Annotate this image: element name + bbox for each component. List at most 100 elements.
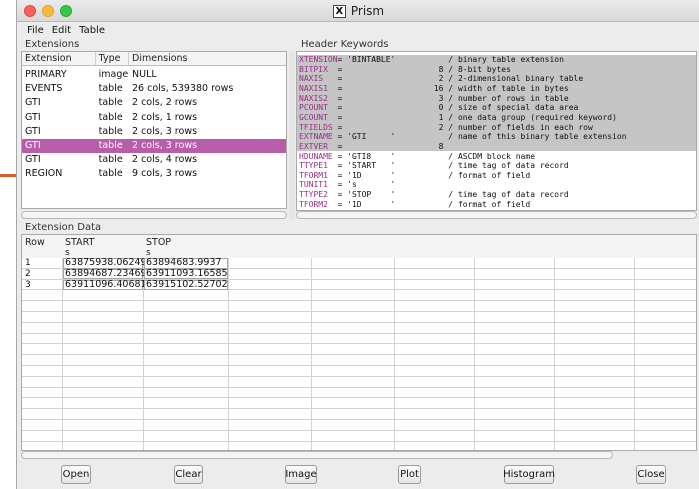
header-keyword-line[interactable]: TFORM1 = '1D ' / format of field: [297, 171, 696, 181]
data-cell-stop[interactable]: 63894683.9937: [144, 257, 228, 269]
grid-row: [22, 377, 696, 388]
title-wrap: X Prism: [17, 0, 699, 22]
histogram-button[interactable]: Histogram: [503, 465, 555, 484]
keyword-name: EXTVER: [299, 141, 338, 151]
grid-row: [22, 344, 696, 356]
extensions-hscrollbar[interactable]: [21, 211, 287, 219]
data-cell-stop[interactable]: 63911093.16585: [144, 267, 228, 280]
extension-cell-extension: GTI: [25, 111, 41, 123]
grid-row: [22, 323, 696, 334]
header-keyword-line[interactable]: GCOUNT = 1 / one data group (required ke…: [297, 112, 696, 123]
keyword-value: = 'START ' / time tag of data record: [337, 161, 569, 171]
header-keyword-line[interactable]: NAXIS = 2 / 2-dimensional binary table: [297, 74, 696, 84]
header-keywords-group-label: Header Keywords: [299, 39, 391, 50]
keyword-value: = 8: [337, 141, 444, 151]
keyword-name: EXTNAME: [299, 132, 338, 142]
extension-data-group-label: Extension Data: [23, 222, 104, 233]
extension-cell-dimensions: 2 cols, 2 rows: [132, 97, 198, 109]
grid-row: [22, 442, 696, 450]
extension-cell-type: table: [98, 140, 123, 151]
extension-row[interactable]: GTI table 2 cols, 2 rows: [22, 96, 286, 110]
header-keyword-line[interactable]: BITPIX = 8 / 8-bit bytes: [297, 64, 696, 75]
column-header-extension[interactable]: Extension: [22, 52, 96, 65]
image-button[interactable]: Image: [285, 465, 317, 484]
grid-row: [22, 398, 696, 410]
button-bar: Open Clear Image Plot Histogram Close: [17, 459, 699, 489]
extension-cell-type: table: [98, 111, 123, 123]
column-header-type[interactable]: Type: [96, 52, 130, 65]
data-cell-value: 63911093.16585: [146, 267, 228, 279]
extension-cell-dimensions: NULL: [132, 69, 157, 80]
grid-row: [22, 301, 696, 312]
keyword-value: = 2 / number of fields in each row: [337, 122, 593, 132]
row-number: 2: [25, 268, 31, 279]
extension-row[interactable]: GTI table 2 cols, 1 rows: [22, 111, 286, 125]
extension-row[interactable]: REGION table 9 cols, 3 rows: [22, 167, 286, 181]
extension-cell-dimensions: 2 cols, 1 rows: [132, 111, 198, 123]
header-keyword-line[interactable]: EXTVER = 8: [297, 141, 696, 152]
column-header-row: Row: [25, 237, 45, 248]
keyword-name: NAXIS: [299, 74, 338, 84]
extension-cell-extension: GTI: [25, 154, 41, 166]
header-keyword-line[interactable]: PCOUNT = 0 / size of special data area: [297, 103, 696, 113]
plot-button[interactable]: Plot: [398, 465, 421, 484]
header-keyword-line[interactable]: TTYPE1 = 'START ' / time tag of data rec…: [297, 161, 696, 171]
window-title: Prism: [350, 4, 385, 18]
row-number: 3: [25, 279, 31, 290]
header-keyword-line[interactable]: TUNIT1 = 's ': [297, 180, 696, 190]
keyword-value: = 0 / size of special data area: [337, 103, 579, 113]
extension-row[interactable]: PRIMARY image NULL: [22, 68, 286, 82]
extensions-group-label: Extensions: [23, 39, 82, 50]
menu-bar: File Edit Table: [17, 22, 699, 38]
header-keyword-line[interactable]: NAXIS2 = 3 / number of rows in table: [297, 93, 696, 104]
extension-data-hscrollbar[interactable]: [21, 451, 613, 459]
keyword-value: = 3 / number of rows in table: [337, 93, 569, 103]
column-header-stop[interactable]: STOP: [146, 237, 171, 248]
keyword-name: PCOUNT: [299, 103, 338, 113]
extension-row[interactable]: GTI table 2 cols, 3 rows: [22, 139, 286, 153]
keyword-value: = 'GTI ' / name of this binary table ext…: [337, 132, 627, 142]
header-keyword-line[interactable]: TTYPE2 = 'STOP ' / time tag of data reco…: [297, 190, 696, 200]
grid-row: [22, 409, 696, 420]
header-keyword-line[interactable]: TFORM2 = '1D ' / format of field: [297, 200, 696, 210]
header-keyword-line[interactable]: EXTNAME = 'GTI ' / name of this binary t…: [297, 132, 696, 142]
keyword-name: GCOUNT: [299, 112, 338, 122]
menu-edit[interactable]: Edit: [52, 25, 71, 36]
extension-cell-type: image: [98, 69, 129, 80]
extension-cell-type: table: [98, 125, 123, 137]
grid-row: [22, 431, 696, 442]
x11-icon: X: [332, 4, 346, 18]
header-keywords-panel: XTENSION= 'BINTABLE' / binary table exte…: [296, 51, 697, 211]
column-header-start[interactable]: START: [65, 237, 94, 248]
header-keyword-line[interactable]: HDUNAME = 'GTI8 ' / ASCDM block name: [297, 152, 696, 162]
header-keyword-line[interactable]: XTENSION= 'BINTABLE' / binary table exte…: [297, 55, 696, 65]
keyword-name: HDUNAME: [299, 151, 338, 161]
data-cell-start[interactable]: 63875938.06249: [63, 257, 147, 269]
keyword-value: = 8 / 8-bit bytes: [337, 64, 511, 74]
menu-table[interactable]: Table: [79, 25, 105, 36]
column-header-dimensions[interactable]: Dimensions: [129, 52, 286, 65]
data-cell-start[interactable]: 63911096.40681: [63, 279, 147, 291]
extension-row[interactable]: GTI table 2 cols, 3 rows: [22, 125, 286, 139]
data-cell-start[interactable]: 63894687.23469: [63, 268, 147, 280]
close-button[interactable]: Close: [636, 465, 666, 484]
header-keyword-line[interactable]: TFIELDS = 2 / number of fields in each r…: [297, 122, 696, 133]
extension-cell-dimensions: 2 cols, 4 rows: [132, 154, 198, 166]
extension-cell-extension: GTI: [25, 140, 41, 151]
keyword-value: = 2 / 2-dimensional binary table: [337, 74, 584, 84]
extension-cell-type: table: [98, 168, 123, 180]
menu-file[interactable]: File: [27, 25, 44, 36]
header-keywords-hscrollbar[interactable]: [296, 211, 697, 219]
extension-cell-dimensions: 2 cols, 3 rows: [132, 140, 198, 151]
keyword-name: BITPIX: [299, 64, 338, 74]
extension-row[interactable]: GTI table 2 cols, 4 rows: [22, 153, 286, 167]
extension-row[interactable]: EVENTS table 26 cols, 539380 rows: [22, 82, 286, 96]
header-keyword-line[interactable]: NAXIS1 = 16 / width of table in bytes: [297, 83, 696, 94]
open-button[interactable]: Open: [61, 465, 91, 484]
data-cell-value: 63911096.40681: [65, 278, 147, 290]
data-cell-stop[interactable]: 63915102.52702: [144, 279, 228, 291]
extension-data-table: Row START s STOP s 1 63875938.06249 638946…: [21, 234, 697, 451]
clear-button[interactable]: Clear: [174, 465, 203, 484]
keyword-name: TTYPE2: [299, 190, 338, 200]
vertical-splitter[interactable]: [289, 51, 295, 219]
